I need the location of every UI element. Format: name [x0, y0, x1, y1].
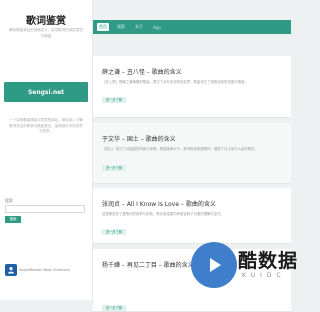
post-excerpt: 《丑八怪》是薛之谦演唱的歌曲，表达了对外在评判的反思，歌曲传达了接受自我的态度与…: [102, 80, 248, 84]
post-card: 薛之谦 – 丑八怪 – 歌曲的含义 《丑八怪》是薛之谦演唱的歌曲，表达了对外在评…: [93, 56, 291, 118]
nav-item-home[interactable]: 首页: [97, 23, 109, 31]
site-logo[interactable]: Sengsi.net: [4, 82, 88, 102]
nav-item-about[interactable]: 关于: [133, 23, 145, 31]
post-card: 张润贞 – All I Know Is Love – 歌曲的含义 这首歌讲述了爱…: [93, 188, 291, 244]
read-more-button[interactable]: 进一步了解: [102, 305, 126, 311]
search-input[interactable]: [5, 205, 85, 213]
site-description: 解析歌曲背后的深情含义，探寻歌词的深层意境与情感: [9, 28, 83, 38]
sidebar-intro: 一个探索歌曲情感与意境的网站，带你深入了解歌词背后的故事与情感表达，品味音乐中的…: [9, 118, 83, 134]
post-excerpt: 《国土》表达了对祖国的热爱与深情。歌曲旋律大气，歌词饱含家国情怀，展现了对土地与…: [102, 147, 258, 151]
watermark-logo: [191, 242, 237, 288]
search-button[interactable]: 搜索: [5, 216, 21, 223]
post-title[interactable]: 薛之谦 – 丑八怪 – 歌曲的含义: [102, 67, 182, 76]
read-more-button[interactable]: 进一步了解: [102, 229, 126, 235]
logo-text: Sengsi.net: [27, 88, 65, 96]
app-label[interactable]: SpeedReader Book Summary: [19, 268, 70, 272]
top-nav: 首页 搜索 关于 App: [93, 20, 291, 34]
post-card: 于文华 – 国土 – 歌曲的含义 《国土》表达了对祖国的热爱与深情。歌曲旋律大气…: [93, 123, 291, 184]
nav-item-search[interactable]: 搜索: [115, 23, 127, 31]
app-icon[interactable]: [5, 264, 17, 276]
nav-item-app[interactable]: App: [151, 24, 163, 31]
watermark-subtext: KUIDC: [242, 272, 286, 279]
play-icon: [210, 258, 221, 272]
post-excerpt: 这首歌讲述了爱情中的真挚与执着，歌手用温柔的声音诠释了对爱的理解与坚守。: [102, 212, 225, 216]
read-more-button[interactable]: 进一步了解: [102, 165, 126, 171]
read-more-button[interactable]: 进一步了解: [102, 97, 126, 103]
post-title[interactable]: 张润贞 – All I Know Is Love – 歌曲的含义: [102, 199, 216, 208]
search-label: 搜索: [5, 198, 13, 203]
watermark-text: 酷数据: [238, 250, 299, 272]
sidebar: 歌词鉴赏 解析歌曲背后的深情含义，探寻歌词的深层意境与情感 Sengsi.net…: [0, 0, 93, 300]
site-title[interactable]: 歌词鉴赏: [0, 12, 92, 27]
post-title[interactable]: 杨千嬅 – 再见二丁目 – 歌曲的含义: [102, 260, 194, 269]
person-icon: [8, 267, 14, 274]
post-title[interactable]: 于文华 – 国土 – 歌曲的含义: [102, 134, 176, 143]
